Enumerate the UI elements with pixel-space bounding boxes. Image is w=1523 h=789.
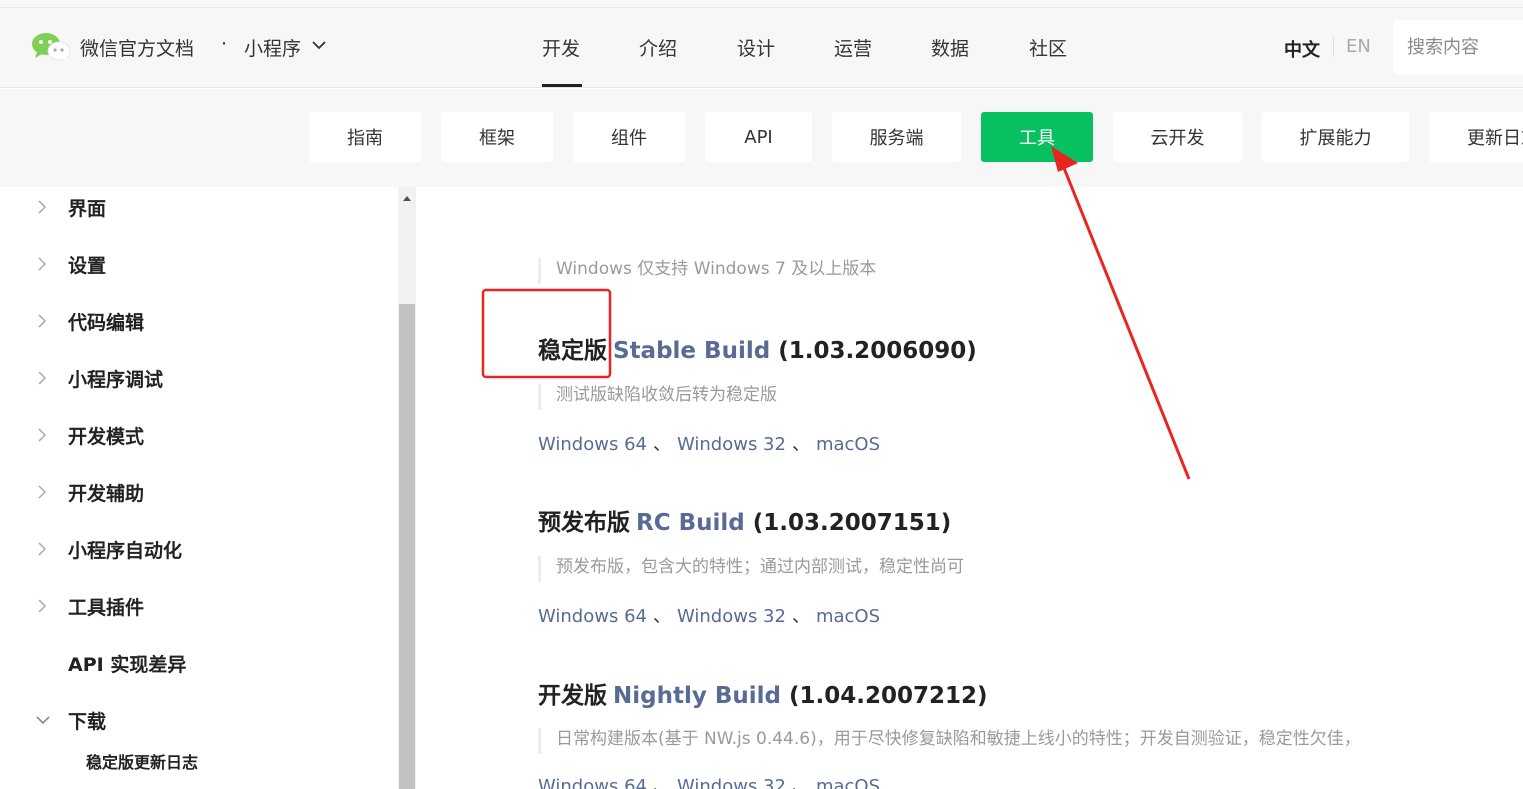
download-links: Windows 64、 Windows 32、 macOS [538, 430, 880, 456]
chevron-right-icon [38, 485, 47, 499]
tab-changelog[interactable]: 更新日志 [1429, 112, 1523, 162]
sidebar-item-download[interactable]: 下载 [0, 705, 398, 735]
download-win64-link[interactable]: Windows 64 [538, 434, 647, 455]
nav-dev[interactable]: 开发 [542, 34, 580, 61]
build-name-en[interactable]: Stable Build [613, 338, 770, 364]
download-win64-link[interactable]: Windows 64 [538, 606, 647, 627]
build-version: (1.03.2007151) [752, 510, 952, 536]
build-note: 测试版缺陷收敛后转为稳定版 [538, 384, 777, 410]
tab-extensions[interactable]: 扩展能力 [1262, 112, 1409, 162]
link-separator: 、 [791, 434, 810, 455]
download-links: Windows 64、 Windows 32、 macOS [538, 602, 880, 628]
annotation-arrow-icon [1051, 146, 1191, 480]
build-name-en[interactable]: Nightly Build [613, 683, 781, 709]
tab-framework[interactable]: 框架 [441, 112, 553, 162]
tab-tools[interactable]: 工具 [981, 112, 1093, 162]
sidebar-item-label: 工具插件 [68, 597, 145, 619]
download-macos-link[interactable]: macOS [816, 434, 880, 455]
sidebar-item-automation[interactable]: 小程序自动化 [0, 534, 398, 564]
tab-cloud-dev[interactable]: 云开发 [1113, 112, 1242, 162]
rc-build-heading: 预发布版 RC Build (1.03.2007151) [538, 503, 951, 537]
chevron-right-icon [38, 371, 47, 385]
brand-separator: · [221, 33, 228, 55]
build-name-cn: 稳定版 [538, 338, 607, 364]
chevron-down-icon[interactable] [312, 40, 326, 50]
sidebar-item-label: 下载 [68, 711, 107, 733]
chevron-right-icon [38, 542, 47, 556]
sidebar-item-settings[interactable]: 设置 [0, 249, 398, 279]
nav-community[interactable]: 社区 [1029, 34, 1067, 61]
lang-zh-button[interactable]: 中文 [1284, 36, 1320, 62]
download-win32-link[interactable]: Windows 32 [677, 606, 786, 627]
scroll-up-arrow-icon[interactable] [402, 194, 412, 202]
build-note: 日常构建版本(基于 NW.js 0.44.6)，用于尽快修复缺陷和敏捷上线小的特… [538, 728, 1361, 754]
scrollbar-thumb[interactable] [399, 304, 415, 789]
chevron-right-icon [38, 257, 47, 271]
sidebar-item-dev-assist[interactable]: 开发辅助 [0, 477, 398, 507]
chevron-right-icon [38, 200, 47, 214]
nav-active-indicator [542, 84, 582, 87]
nightly-build-heading: 开发版 Nightly Build (1.04.2007212) [538, 676, 988, 710]
download-macos-link[interactable]: macOS [816, 606, 880, 627]
build-note: 预发布版，包含大的特性；通过内部测试，稳定性尚可 [538, 556, 964, 582]
chevron-right-icon [38, 314, 47, 328]
nav-design[interactable]: 设计 [737, 34, 775, 61]
build-name-cn: 开发版 [538, 683, 607, 709]
build-name-cn: 预发布版 [538, 510, 630, 536]
sidebar-item-label: 小程序自动化 [68, 540, 183, 562]
search-input[interactable] [1393, 20, 1523, 74]
chevron-right-icon [38, 428, 47, 442]
link-separator: 、 [652, 776, 671, 789]
sidebar-subitem-stable-changelog[interactable]: 稳定版更新日志 [86, 749, 198, 773]
sidebar-item-interface[interactable]: 界面 [0, 192, 398, 222]
nav-intro[interactable]: 介绍 [639, 34, 677, 61]
wechat-logo-icon[interactable] [31, 32, 71, 62]
build-version: (1.04.2007212) [789, 683, 988, 709]
nav-data[interactable]: 数据 [931, 34, 969, 61]
tab-components[interactable]: 组件 [573, 112, 685, 162]
link-separator: 、 [652, 434, 671, 455]
sidebar-item-api-diff[interactable]: API 实现差异 [0, 648, 398, 678]
nav-operation[interactable]: 运营 [834, 34, 872, 61]
os-requirement-note: Windows 仅支持 Windows 7 及以上版本 [538, 258, 876, 284]
build-version: (1.03.2006090) [778, 338, 977, 364]
link-separator: 、 [791, 606, 810, 627]
sidebar-item-label: 开发辅助 [68, 483, 145, 505]
sidebar-item-label: 小程序调试 [68, 369, 164, 391]
chevron-down-icon [36, 716, 50, 725]
build-name-en[interactable]: RC Build [636, 510, 745, 536]
chevron-right-icon [38, 599, 47, 613]
download-win32-link[interactable]: Windows 32 [677, 776, 786, 789]
sidebar-item-label: 设置 [68, 255, 107, 277]
stable-build-heading: 稳定版 Stable Build (1.03.2006090) [538, 331, 977, 365]
download-win64-link[interactable]: Windows 64 [538, 776, 647, 789]
download-macos-link[interactable]: macOS [816, 776, 880, 789]
sidebar-item-debug[interactable]: 小程序调试 [0, 363, 398, 393]
link-separator: 、 [652, 606, 671, 627]
sidebar: 界面 设置 代码编辑 小程序调试 开发模式 开发辅助 小程序自动化 工具插件 A… [0, 187, 398, 789]
sidebar-item-label: API 实现差异 [68, 654, 187, 676]
sidebar-item-code-edit[interactable]: 代码编辑 [0, 306, 398, 336]
sidebar-item-plugins[interactable]: 工具插件 [0, 591, 398, 621]
sidebar-item-label: 界面 [68, 198, 107, 220]
tab-server[interactable]: 服务端 [832, 112, 961, 162]
sidebar-item-dev-mode[interactable]: 开发模式 [0, 420, 398, 450]
top-header: 微信官方文档 · 小程序 开发 介绍 设计 运营 数据 社区 中文 EN [0, 0, 1523, 88]
download-links: Windows 64 、 Windows 32 、 macOS [538, 772, 880, 789]
sidebar-item-label: 开发模式 [68, 426, 145, 448]
tab-guide[interactable]: 指南 [309, 112, 421, 162]
sidebar-item-label: 代码编辑 [68, 312, 145, 334]
tab-api[interactable]: API [705, 112, 812, 162]
lang-divider [1333, 37, 1334, 57]
header-divider [0, 7, 1523, 8]
lang-en-button[interactable]: EN [1346, 36, 1371, 57]
product-switcher[interactable]: 小程序 [244, 34, 301, 61]
brand-title[interactable]: 微信官方文档 [80, 34, 194, 61]
link-separator: 、 [791, 776, 810, 789]
download-win32-link[interactable]: Windows 32 [677, 434, 786, 455]
